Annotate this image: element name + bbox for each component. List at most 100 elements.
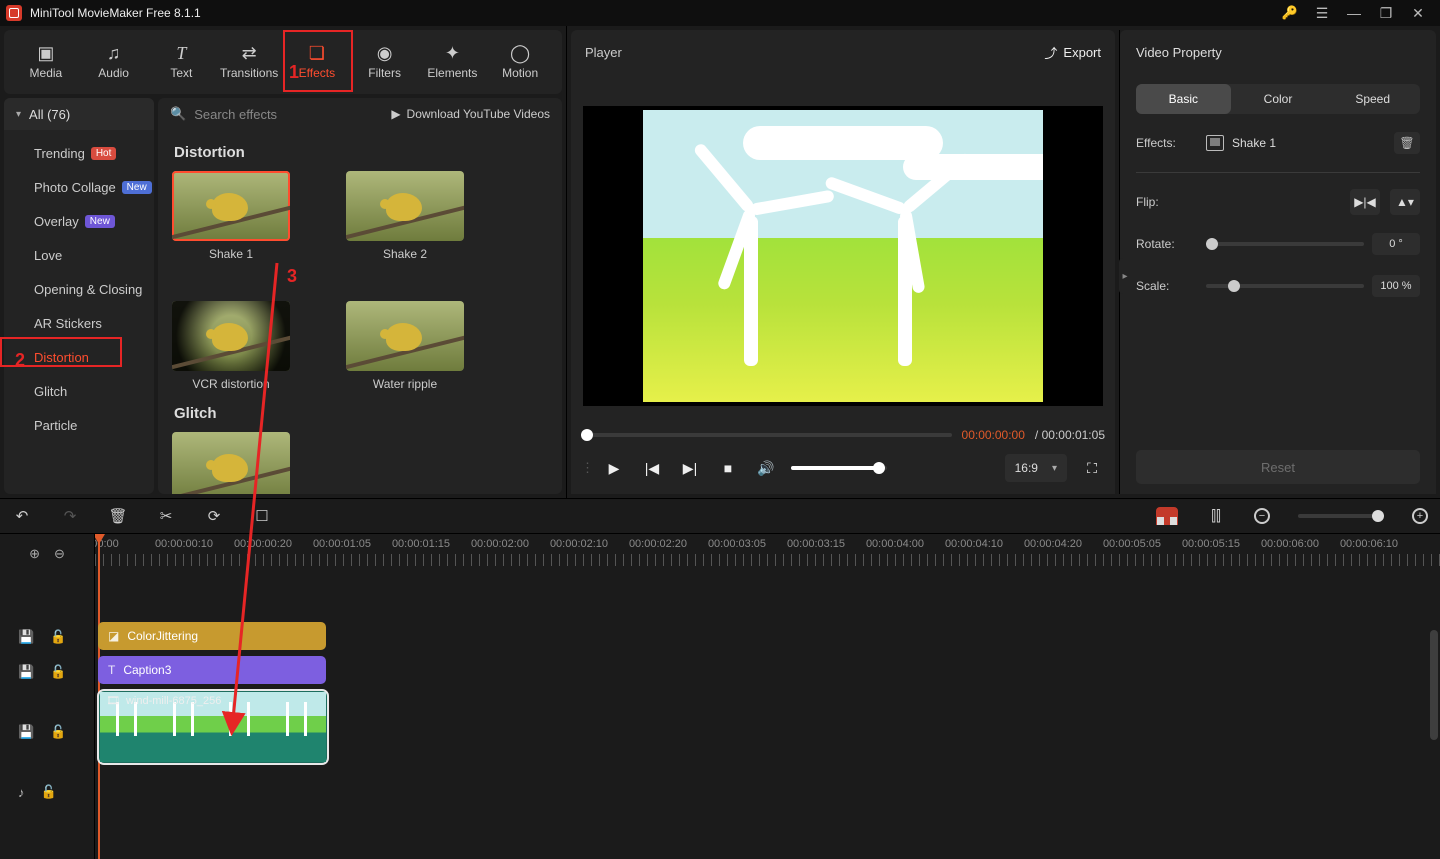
ruler-tick: 00:00:05:15	[1182, 538, 1240, 550]
rotate-value[interactable]: 0 °	[1372, 233, 1420, 255]
search-icon: 🔍	[170, 106, 186, 122]
text-track-lock-icon[interactable]: 🔓	[50, 664, 66, 680]
effect-shake1[interactable]: Shake 1	[172, 171, 290, 261]
speed-button[interactable]: ⟳	[204, 507, 224, 525]
effect-glitch-1-thumb[interactable]	[172, 432, 290, 494]
undo-button[interactable]: ↶	[12, 507, 32, 525]
tab-motion[interactable]: ◯Motion	[486, 34, 554, 90]
volume-slider[interactable]	[791, 466, 887, 470]
ptab-color[interactable]: Color	[1231, 84, 1326, 114]
seek-slider[interactable]	[581, 433, 952, 437]
track-align-button[interactable]: ⫿⫿	[1206, 508, 1226, 525]
audio-track-lock-icon[interactable]: 🔓	[41, 784, 57, 800]
effect-vcr-label: VCR distortion	[172, 377, 290, 391]
flip-horizontal-button[interactable]: ▶|◀	[1350, 189, 1380, 215]
category-particle[interactable]: Particle	[4, 408, 154, 442]
timeline-body[interactable]: 00:0000:00:00:1000:00:00:2000:00:01:0500…	[95, 534, 1440, 859]
audio-track-icon[interactable]: ♪	[18, 785, 25, 800]
effect-shake2[interactable]: Shake 2	[346, 171, 464, 261]
flip-label: Flip:	[1136, 195, 1206, 209]
badge-new: New	[122, 181, 152, 194]
play-button[interactable]: ▶	[601, 455, 627, 481]
effect-vcr-thumb[interactable]	[172, 301, 290, 371]
rotate-slider[interactable]	[1206, 242, 1364, 246]
timeline-scrollbar[interactable]	[1430, 630, 1438, 740]
fullscreen-button[interactable]: ⛶	[1079, 455, 1105, 481]
effect-shake1-thumb[interactable]	[172, 171, 290, 241]
category-photo-collage[interactable]: Photo CollageNew	[4, 170, 154, 204]
reset-button[interactable]: Reset	[1136, 450, 1420, 484]
split-button[interactable]: ✂	[156, 507, 176, 525]
applied-effect-chip[interactable]: Shake 1	[1206, 135, 1276, 151]
redo-button[interactable]: ↷	[60, 507, 80, 525]
category-distortion[interactable]: Distortion	[4, 340, 154, 374]
video-track-save-icon[interactable]: 💾	[18, 724, 34, 740]
ptab-speed[interactable]: Speed	[1325, 84, 1420, 114]
text-track-save-icon[interactable]: 💾	[18, 664, 34, 680]
category-love[interactable]: Love	[4, 238, 154, 272]
download-youtube-button[interactable]: ▶ Download YouTube Videos	[391, 107, 550, 121]
tab-elements[interactable]: ✦Elements	[419, 34, 487, 90]
tab-transitions-label: Transitions	[220, 66, 278, 80]
tab-effects[interactable]: ❏ Effects	[283, 34, 351, 90]
minimize-button[interactable]: —	[1338, 0, 1370, 26]
ptab-basic[interactable]: Basic	[1136, 84, 1231, 114]
search-input[interactable]: Search effects	[194, 107, 277, 122]
aspect-ratio-select[interactable]: 16:9 ▾	[1005, 454, 1067, 482]
folder-icon: ▣	[35, 44, 57, 62]
zoom-out-button[interactable]: −	[1254, 508, 1270, 524]
next-frame-button[interactable]: ▶|	[677, 455, 703, 481]
category-ar-stickers[interactable]: AR Stickers	[4, 306, 154, 340]
category-opening-closing[interactable]: Opening & Closing	[4, 272, 154, 306]
tab-text[interactable]: TText	[148, 34, 216, 90]
category-trending[interactable]: TrendingHot	[4, 136, 154, 170]
player-title: Player	[585, 45, 622, 60]
export-button[interactable]: ⤴ Export	[1044, 43, 1101, 62]
effect-shake2-thumb[interactable]	[346, 171, 464, 241]
scale-value[interactable]: 100 %	[1372, 275, 1420, 297]
add-track-button[interactable]: ⊕	[29, 546, 40, 562]
video-clip[interactable]: 🎞wind-mill-6875_256	[98, 690, 328, 764]
license-key-icon[interactable]: 🔑	[1274, 0, 1306, 26]
category-overlay[interactable]: OverlayNew	[4, 204, 154, 238]
video-track-lock-icon[interactable]: 🔓	[50, 724, 66, 740]
tab-filters[interactable]: ◉Filters	[351, 34, 419, 90]
crop-button[interactable]: ☐	[252, 507, 272, 525]
applied-effect-name: Shake 1	[1232, 136, 1276, 150]
close-button[interactable]: ✕	[1402, 0, 1434, 26]
snap-toggle[interactable]	[1156, 507, 1178, 525]
flip-vertical-button[interactable]: ▲▾	[1390, 189, 1420, 215]
effects-track-lock-icon[interactable]: 🔓	[50, 629, 66, 645]
tab-media-label: Media	[30, 66, 63, 80]
scale-slider[interactable]	[1206, 284, 1364, 288]
maximize-button[interactable]: ❐	[1370, 0, 1402, 26]
ruler-tick: 00:00:04:10	[945, 538, 1003, 550]
effects-track-save-icon[interactable]: 💾	[18, 629, 34, 645]
menu-icon[interactable]: ☰	[1306, 0, 1338, 26]
volume-icon[interactable]: 🔊	[753, 455, 779, 481]
tab-media[interactable]: ▣ Media	[12, 34, 80, 90]
video-clip-icon: 🎞	[106, 694, 120, 707]
text-clip[interactable]: T Caption3	[98, 656, 326, 684]
effect-water[interactable]: Water ripple	[346, 301, 464, 391]
preview-viewport[interactable]	[583, 106, 1103, 406]
zoom-in-button[interactable]: +	[1412, 508, 1428, 524]
stop-button[interactable]: ■	[715, 455, 741, 481]
remove-track-button[interactable]: ⊖	[54, 546, 65, 562]
tab-transitions[interactable]: ⇄Transitions	[215, 34, 283, 90]
category-header[interactable]: All (76)	[4, 98, 154, 130]
effect-water-thumb[interactable]	[346, 301, 464, 371]
effect-glitch-1[interactable]	[172, 432, 290, 494]
remove-effect-button[interactable]: 🗑	[1394, 132, 1420, 154]
collapse-properties-tab[interactable]: ▸	[1119, 258, 1131, 294]
filters-icon: ◉	[374, 44, 396, 62]
effects-clip[interactable]: ◪ ColorJittering	[98, 622, 326, 650]
prev-frame-button[interactable]: |◀	[639, 455, 665, 481]
effect-vcr[interactable]: VCR distortion	[172, 301, 290, 391]
tab-audio[interactable]: ♫Audio	[80, 34, 148, 90]
ruler-tick: 00:00:00:10	[155, 538, 213, 550]
delete-button[interactable]: 🗑	[108, 507, 128, 525]
category-glitch[interactable]: Glitch	[4, 374, 154, 408]
timeline-ruler[interactable]: 00:0000:00:00:1000:00:00:2000:00:01:0500…	[95, 534, 1440, 574]
zoom-slider[interactable]	[1298, 514, 1384, 518]
